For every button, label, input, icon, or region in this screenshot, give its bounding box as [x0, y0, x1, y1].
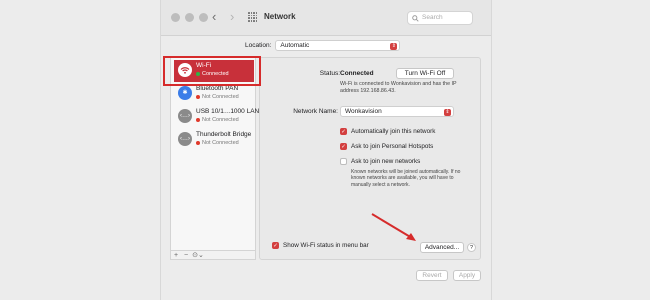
service-status-text: Not Connected	[202, 117, 239, 123]
status-label: Status:	[319, 70, 340, 77]
personal-hotspots-checkbox-row[interactable]: ✓ Ask to join Personal Hotspots	[340, 143, 433, 150]
network-name-value: Wonkavision	[345, 108, 382, 115]
action-menu-button[interactable]: ⊙⌄	[191, 251, 205, 259]
service-status: Not Connected	[196, 94, 239, 100]
location-row: Location: Automatic ⇕	[245, 40, 401, 51]
connection-description: Wi-Fi is connected to Wonkavision and ha…	[340, 81, 457, 94]
minimize-window-button[interactable]	[185, 13, 194, 22]
checkbox-label: Ask to join Personal Hotspots	[351, 143, 434, 150]
service-status: Not Connected	[196, 140, 239, 146]
search-input[interactable]: Search	[407, 11, 473, 25]
search-icon	[412, 15, 419, 22]
annotation-arrow-icon	[371, 213, 416, 241]
status-value: Connected	[340, 70, 374, 77]
status-dot	[196, 117, 200, 122]
show-wifi-status-checkbox-row[interactable]: ✓ Show Wi-Fi status in menu bar	[272, 242, 369, 249]
checkbox-label: Show Wi-Fi status in menu bar	[283, 242, 369, 249]
turn-wifi-off-button[interactable]: Turn Wi-Fi Off	[396, 68, 454, 79]
checkbox-label: Automatically join this network	[351, 128, 436, 135]
show-all-grid-icon[interactable]	[248, 12, 258, 22]
auto-join-checkbox-row[interactable]: ✓ Automatically join this network	[340, 128, 435, 135]
network-services-list: Wi-Fi Connected ✱ Bluetooth PAN Not Conn…	[170, 57, 259, 259]
zoom-window-button[interactable]	[199, 13, 208, 22]
location-label: Location:	[245, 42, 272, 49]
chevron-left-icon[interactable]: ‹	[212, 10, 216, 24]
checkbox-checked-icon[interactable]: ✓	[340, 128, 347, 135]
apply-button[interactable]: Apply	[453, 270, 481, 281]
close-window-button[interactable]	[171, 13, 180, 22]
revert-button[interactable]: Revert	[416, 270, 448, 281]
add-service-button[interactable]: +	[171, 252, 181, 259]
checkbox-checked-icon[interactable]: ✓	[340, 143, 347, 150]
service-status-text: Not Connected	[202, 140, 239, 146]
bluetooth-icon: ✱	[178, 86, 192, 100]
location-value: Automatic	[280, 42, 310, 49]
wifi-highlight-annotation	[163, 56, 261, 86]
sidebar-item-bluetooth-pan[interactable]: ✱ Bluetooth PAN Not Connected	[174, 83, 254, 105]
checkbox-checked-icon[interactable]: ✓	[272, 242, 279, 249]
title-bar: ‹ › Network Search	[161, 0, 491, 36]
network-name-select[interactable]: Wonkavision ⇕	[340, 106, 454, 117]
select-chevron-icon: ⇕	[390, 42, 398, 50]
ethernet-icon: ‹…›	[178, 109, 192, 123]
checkbox-label: Ask to join new networks	[351, 158, 421, 165]
network-preferences-window: ‹ › Network Search Location: Automatic ⇕…	[160, 0, 492, 300]
help-button[interactable]: ?	[467, 243, 476, 252]
new-networks-checkbox-row[interactable]: Ask to join new networks	[340, 158, 420, 165]
sidebar-footer: + − ⊙⌄	[170, 250, 256, 260]
sidebar-item-thunderbolt-bridge[interactable]: ‹…› Thunderbolt Bridge Not Connected	[174, 129, 254, 151]
checkbox-unchecked-icon[interactable]	[340, 158, 347, 165]
status-dot	[196, 94, 200, 99]
remove-service-button[interactable]: −	[181, 252, 191, 259]
location-select[interactable]: Automatic ⇕	[275, 40, 401, 51]
chevron-right-icon[interactable]: ›	[230, 10, 234, 24]
service-status: Not Connected	[196, 117, 239, 123]
select-chevron-icon: ⇕	[444, 108, 451, 116]
status-dot	[196, 140, 200, 145]
network-name-label: Network Name:	[293, 108, 338, 115]
service-name: USB 10/1…1000 LAN	[196, 108, 260, 115]
service-status-text: Not Connected	[202, 94, 239, 100]
search-placeholder: Search	[422, 14, 443, 21]
service-name: Thunderbolt Bridge	[196, 131, 252, 138]
known-networks-note: Known networks will be joined automatica…	[351, 169, 461, 188]
ethernet-icon: ‹…›	[178, 132, 192, 146]
advanced-button[interactable]: Advanced...	[420, 242, 464, 253]
sidebar-item-usb-lan[interactable]: ‹…› USB 10/1…1000 LAN Not Connected	[174, 106, 259, 128]
window-title: Network	[264, 12, 296, 21]
service-name: Bluetooth PAN	[196, 85, 239, 92]
